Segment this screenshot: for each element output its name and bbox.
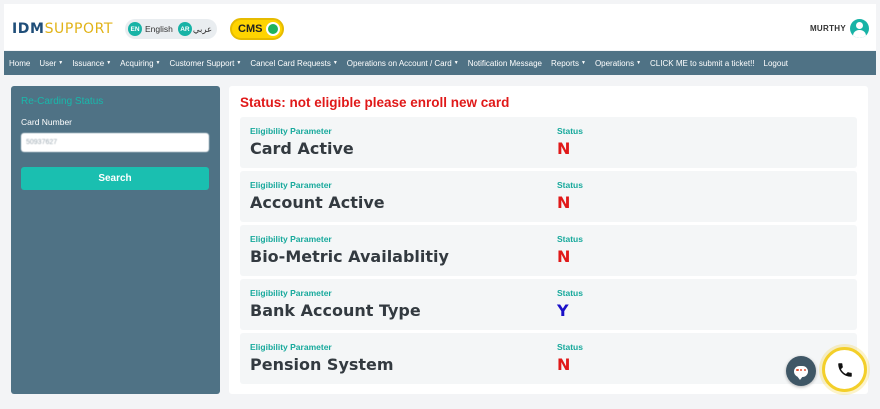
search-button[interactable]: Search: [21, 167, 209, 190]
parameter-header: Eligibility Parameter: [250, 342, 332, 352]
language-switcher[interactable]: EN English AR عربي: [125, 19, 217, 39]
status-value: N: [557, 139, 571, 158]
nav-user[interactable]: User ▼: [39, 59, 63, 68]
caret-down-icon: ▼: [236, 60, 242, 67]
user-avatar-icon[interactable]: [850, 19, 869, 38]
caret-down-icon: ▼: [636, 60, 642, 67]
lang-en-label[interactable]: English: [145, 24, 173, 34]
main-navbar: Home User ▼ Issuance ▼ Acquiring ▼ Customer…: [4, 51, 876, 75]
card-number-input[interactable]: [21, 133, 209, 152]
nav-cancel-card-requests[interactable]: Cancel Card Requests ▼: [250, 59, 337, 68]
nav-submit-ticket[interactable]: CLICK ME to submit a ticket!!: [650, 59, 754, 68]
lang-en-badge[interactable]: EN: [128, 22, 142, 36]
status-value: Y: [557, 301, 569, 320]
top-header: IDMSUPPORT EN English AR عربي CMS MURTHY: [4, 4, 876, 50]
toggle-knob: [266, 22, 280, 36]
status-value: N: [557, 355, 571, 374]
card-number-label: Card Number: [21, 117, 73, 127]
caret-down-icon: ▼: [106, 60, 112, 67]
caret-down-icon: ▼: [332, 60, 338, 67]
status-value: N: [557, 193, 571, 212]
chat-icon[interactable]: [786, 356, 816, 386]
parameter-header: Eligibility Parameter: [250, 180, 332, 190]
status-header: Status: [557, 234, 583, 244]
nav-customer-support[interactable]: Customer Support ▼: [169, 59, 241, 68]
nav-operations-account-card[interactable]: Operations on Account / Card ▼: [347, 59, 459, 68]
eligibility-row: Eligibility Parameter Card Active Status…: [240, 117, 857, 168]
nav-acquiring[interactable]: Acquiring ▼: [120, 59, 160, 68]
nav-logout[interactable]: Logout: [764, 59, 788, 68]
eligibility-row: Eligibility Parameter Bio-Metric Availab…: [240, 225, 857, 276]
eligibility-row: Eligibility Parameter Pension System Sta…: [240, 333, 857, 384]
eligibility-status-message: Status: not eligible please enroll new c…: [240, 95, 510, 110]
phone-icon[interactable]: [822, 347, 867, 392]
user-name[interactable]: MURTHY: [810, 24, 846, 33]
nav-home[interactable]: Home: [9, 59, 30, 68]
lang-ar-label[interactable]: عربي: [193, 24, 212, 35]
eligibility-row: Eligibility Parameter Account Active Sta…: [240, 171, 857, 222]
parameter-name: Card Active: [250, 139, 354, 158]
caret-down-icon: ▼: [580, 60, 586, 67]
status-header: Status: [557, 180, 583, 190]
panel-title: Re-Carding Status: [21, 96, 104, 107]
parameter-name: Bio-Metric Availablitiy: [250, 247, 449, 266]
parameter-name: Pension System: [250, 355, 394, 374]
parameter-header: Eligibility Parameter: [250, 288, 332, 298]
nav-notification-message[interactable]: Notification Message: [468, 59, 542, 68]
parameter-header: Eligibility Parameter: [250, 234, 332, 244]
idm-support-logo[interactable]: IDMSUPPORT: [12, 21, 113, 37]
parameter-header: Eligibility Parameter: [250, 126, 332, 136]
caret-down-icon: ▼: [58, 60, 64, 67]
caret-down-icon: ▼: [453, 60, 459, 67]
recarding-search-panel: Re-Carding Status Card Number Search: [11, 86, 220, 394]
status-header: Status: [557, 126, 583, 136]
status-header: Status: [557, 342, 583, 352]
nav-reports[interactable]: Reports ▼: [551, 59, 586, 68]
status-header: Status: [557, 288, 583, 298]
parameter-name: Account Active: [250, 193, 385, 212]
cms-label: CMS: [238, 23, 263, 35]
parameter-name: Bank Account Type: [250, 301, 421, 320]
nav-issuance[interactable]: Issuance ▼: [72, 59, 111, 68]
lang-ar-badge[interactable]: AR: [177, 22, 192, 36]
caret-down-icon: ▼: [155, 60, 161, 67]
eligibility-results-panel: Status: not eligible please enroll new c…: [229, 86, 868, 394]
eligibility-row: Eligibility Parameter Bank Account Type …: [240, 279, 857, 330]
nav-operations[interactable]: Operations ▼: [595, 59, 641, 68]
cms-toggle[interactable]: CMS: [230, 18, 284, 40]
status-value: N: [557, 247, 571, 266]
